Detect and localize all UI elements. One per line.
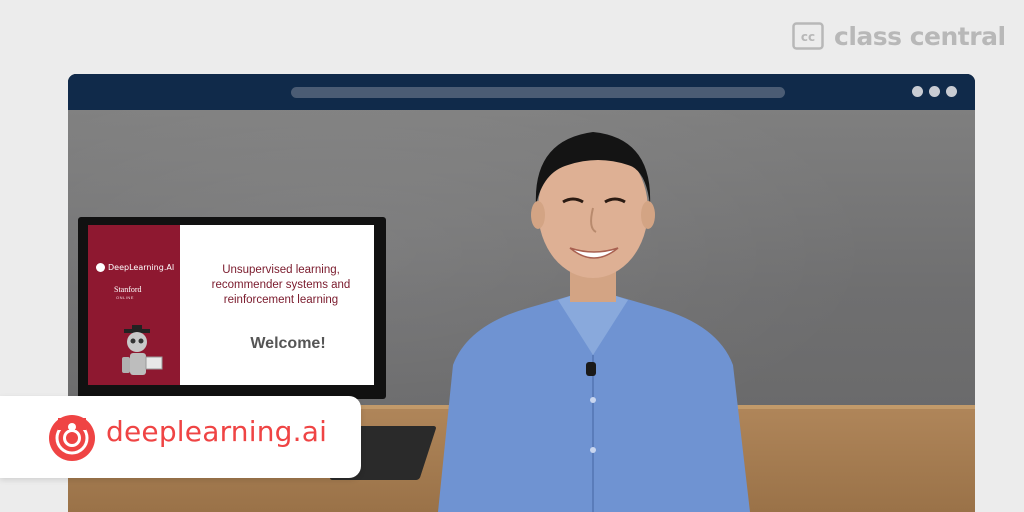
deeplearning-ai-logo-icon — [49, 415, 95, 461]
class-central-wordmark: class central — [834, 21, 1006, 51]
dot-icon — [912, 86, 923, 97]
svg-text:cc: cc — [801, 30, 815, 44]
stanford-label: Stanford — [114, 285, 142, 294]
slide-title: Unsupervised learning, recommender syste… — [211, 264, 351, 306]
dot-icon — [929, 86, 940, 97]
slide-sidebar: DeepLearning.AI Stanford ONLINE — [88, 225, 180, 385]
slide-logo: DeepLearning.AI — [96, 263, 174, 272]
robot-graduate-icon — [122, 325, 163, 375]
presenter — [438, 132, 750, 512]
slide-logo-text: DeepLearning.AI — [108, 263, 175, 272]
url-bar[interactable] — [291, 87, 785, 98]
class-central-brand: cc class central — [792, 18, 1006, 54]
ellipsis-icon[interactable] — [912, 86, 957, 97]
slide-welcome: Welcome! — [250, 335, 326, 352]
monitor: DeepLearning.AI Stanford ONLINE Unsuperv… — [78, 217, 386, 399]
deeplearning-ai-small-icon — [96, 263, 105, 272]
online-label: ONLINE — [116, 295, 134, 300]
provider-name: deeplearning.ai — [106, 415, 328, 448]
browser-titlebar — [68, 74, 975, 110]
slide: DeepLearning.AI Stanford ONLINE Unsuperv… — [88, 225, 374, 385]
cc-logo-icon: cc — [792, 22, 824, 50]
provider-card[interactable]: deeplearning.ai — [0, 396, 361, 478]
dot-icon — [946, 86, 957, 97]
